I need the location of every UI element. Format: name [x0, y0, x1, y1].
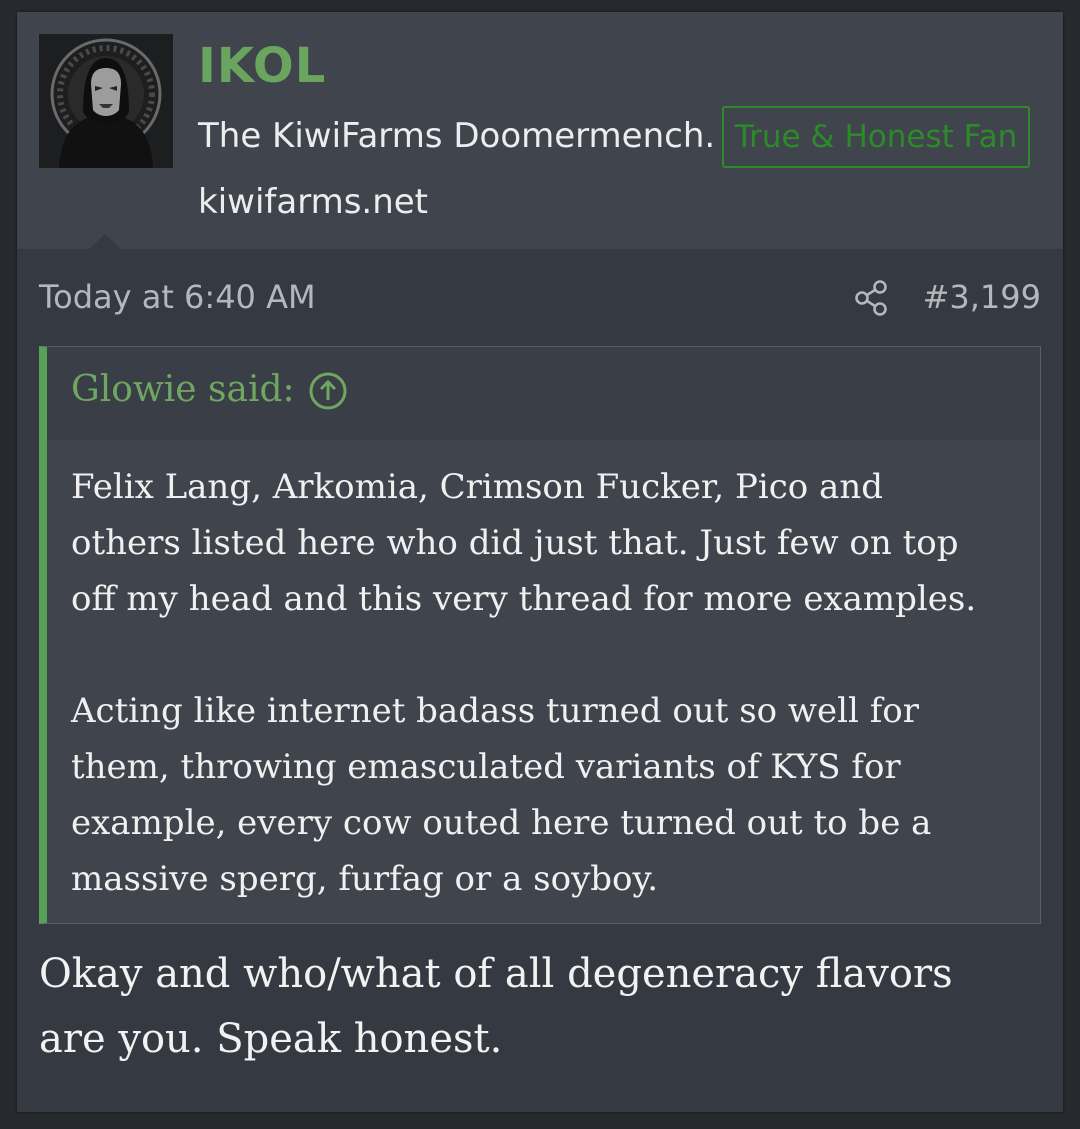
quote-block: Glowie said: Felix Lang, Arkomia, Crimso…: [39, 346, 1041, 924]
avatar[interactable]: [39, 34, 173, 168]
post-date[interactable]: Today at 6:40 AM: [39, 278, 316, 316]
quote-paragraph: Acting like internet badass turned out s…: [71, 691, 932, 899]
post-body-text: Okay and who/what of all degeneracy flav…: [39, 951, 953, 1062]
share-icon[interactable]: [855, 280, 889, 316]
arrow-up-circle-icon[interactable]: [308, 371, 348, 411]
user-title: The KiwiFarms Doomermench.: [198, 116, 716, 156]
quote-body: Felix Lang, Arkomia, Crimson Fucker, Pic…: [71, 459, 1031, 907]
user-site: kiwifarms.net: [198, 182, 429, 222]
avatar-image: [39, 34, 173, 168]
post-card: IKOL The KiwiFarms Doomermench. True & H…: [17, 12, 1063, 1112]
user-banner: True & Honest Fan: [722, 106, 1030, 168]
quote-header: Glowie said:: [47, 347, 1040, 440]
post-number[interactable]: #3,199: [923, 278, 1041, 316]
user-header: IKOL The KiwiFarms Doomermench. True & H…: [17, 12, 1063, 249]
header-pointer: [89, 234, 121, 249]
quote-author[interactable]: Glowie said:: [71, 369, 295, 410]
quote-paragraph: Felix Lang, Arkomia, Crimson Fucker, Pic…: [71, 467, 977, 619]
username[interactable]: IKOL: [198, 38, 326, 94]
